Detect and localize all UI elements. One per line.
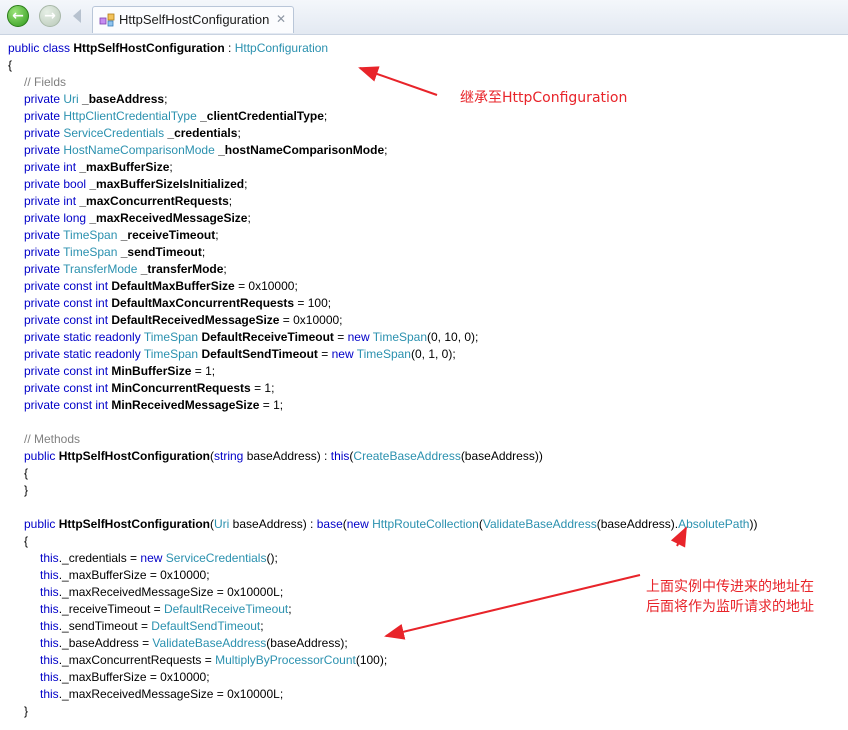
annotation-arrows xyxy=(358,66,687,640)
arrow-to-base-address-assignment xyxy=(384,574,641,640)
arrow-to-constructor-arg xyxy=(670,526,687,548)
arrow-to-base-class xyxy=(358,66,438,96)
